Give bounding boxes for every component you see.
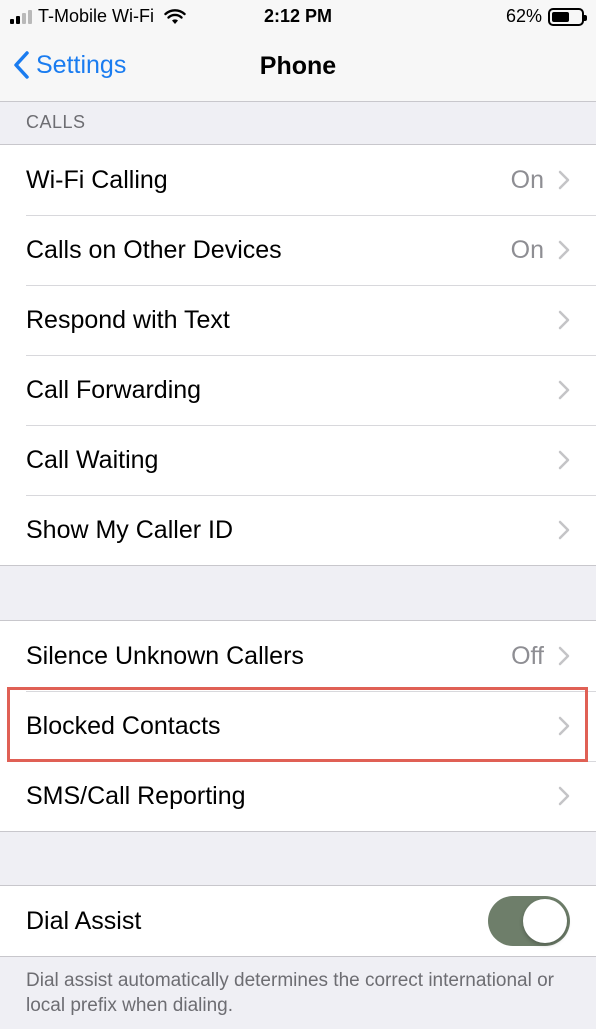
row-calls-on-other-devices[interactable]: Calls on Other Devices On (0, 215, 596, 285)
dial-assist-footer: Dial assist automatically determines the… (26, 970, 555, 1016)
row-label: SMS/Call Reporting (26, 781, 246, 810)
row-label: Wi-Fi Calling (26, 165, 168, 194)
row-wifi-calling[interactable]: Wi-Fi Calling On (0, 145, 596, 215)
row-label: Silence Unknown Callers (26, 641, 304, 670)
navigation-bar: Settings Phone (0, 34, 596, 102)
row-value: Off (511, 641, 544, 670)
status-right: 62% (505, 6, 587, 27)
row-call-waiting[interactable]: Call Waiting (0, 425, 596, 495)
row-silence-unknown-callers[interactable]: Silence Unknown Callers Off (0, 621, 596, 691)
battery-fill (552, 11, 570, 22)
section-header-calls: CALLS (26, 112, 86, 132)
row-respond-with-text[interactable]: Respond with Text (0, 285, 596, 355)
battery-percent: 62% (505, 6, 542, 26)
toggle-knob (523, 899, 567, 943)
chevron-right-icon (558, 380, 570, 400)
row-label: Respond with Text (26, 305, 230, 334)
row-label: Blocked Contacts (26, 711, 221, 740)
dial-assist-toggle[interactable] (488, 896, 570, 946)
dial-assist-group: Dial Assist (0, 885, 596, 957)
chevron-right-icon (558, 450, 570, 470)
chevron-right-icon (558, 646, 570, 666)
row-value: On (510, 235, 544, 264)
blocking-group: Silence Unknown Callers Off Blocked Cont… (0, 620, 596, 832)
row-label: Dial Assist (26, 906, 142, 935)
chevron-right-icon (558, 520, 570, 540)
row-label: Call Forwarding (26, 375, 202, 404)
page-title: Phone (259, 52, 337, 80)
calls-group: Wi-Fi Calling On Calls on Other Devices … (0, 144, 596, 566)
row-blocked-contacts[interactable]: Blocked Contacts (0, 691, 596, 761)
battery-icon (548, 7, 587, 26)
row-call-forwarding[interactable]: Call Forwarding (0, 355, 596, 425)
row-label: Show My Caller ID (26, 515, 233, 544)
row-dial-assist: Dial Assist (0, 886, 596, 956)
row-label: Call Waiting (26, 445, 159, 474)
row-sms-call-reporting[interactable]: SMS/Call Reporting (0, 761, 596, 831)
chevron-right-icon (558, 310, 570, 330)
row-show-my-caller-id[interactable]: Show My Caller ID (0, 495, 596, 565)
row-label: Calls on Other Devices (26, 235, 282, 264)
status-bar: T-Mobile Wi-Fi 2:12 PM 62% (0, 0, 596, 34)
chevron-right-icon (558, 240, 570, 260)
chevron-right-icon (558, 786, 570, 806)
chevron-right-icon (558, 170, 570, 190)
row-value: On (510, 165, 544, 194)
chevron-right-icon (558, 716, 570, 736)
